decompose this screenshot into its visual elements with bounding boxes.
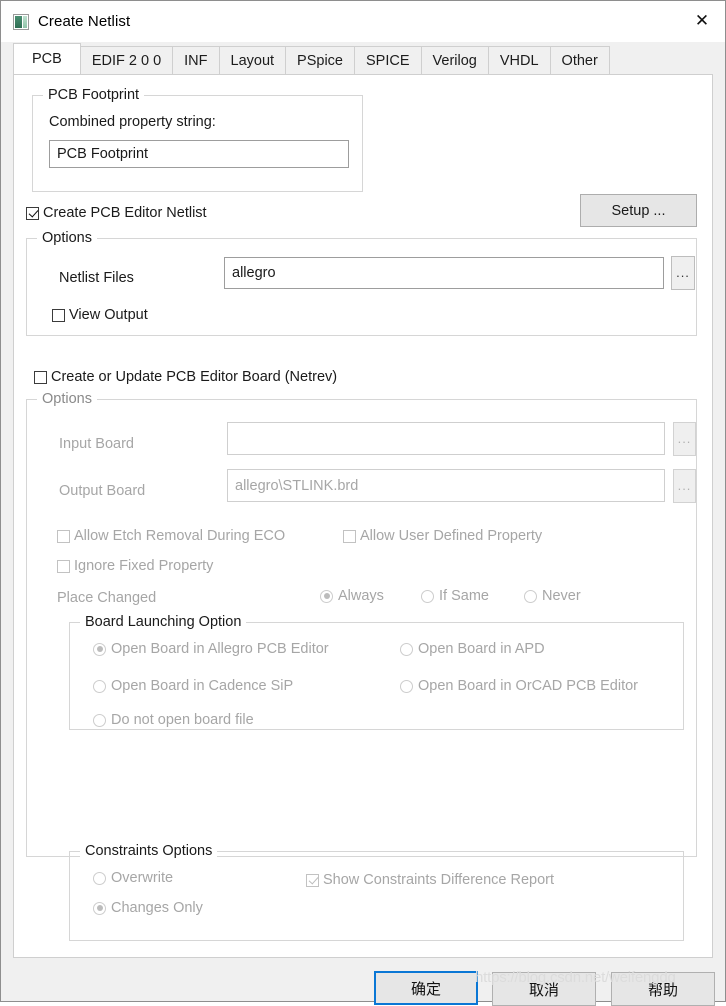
radio-circle-icon [93,871,106,885]
create-update-board-label: Create or Update PCB Editor Board (Netre… [51,369,338,385]
input-board-label: Input Board [59,436,134,452]
pcb-tab-panel: PCB Footprint Combined property string: … [13,74,713,958]
create-update-board-checkbox[interactable]: Create or Update PCB Editor Board (Netre… [34,369,337,385]
input-board-browse-button[interactable]: ... [673,422,696,456]
open-board-orcad-label: Open Board in OrCAD PCB Editor [418,678,639,694]
tab-edif-2-0-0[interactable]: EDIF 2 0 0 [79,46,174,74]
constraints-options-legend: Constraints Options [80,843,218,859]
do-not-open-board-radio[interactable]: Do not open board file [93,712,254,728]
show-constraints-difference-report-checkbox[interactable]: Show Constraints Difference Report [306,872,554,888]
checkbox-box-icon [57,529,70,543]
checkbox-box-icon [26,206,39,220]
radio-circle-icon [524,589,537,603]
tab-pspice[interactable]: PSpice [285,46,355,74]
open-board-orcad-radio[interactable]: Open Board in OrCAD PCB Editor [400,678,676,694]
radio-circle-icon [320,589,333,603]
netlist-files-input[interactable]: allegro [224,257,664,289]
open-board-apd-radio[interactable]: Open Board in APD [400,641,545,657]
board-launching-option-group: Board Launching Option Open Board in All… [69,614,684,730]
netlist-files-browse-button[interactable]: ... [671,256,695,290]
board-launching-legend: Board Launching Option [80,614,247,630]
output-board-input[interactable]: allegro\STLINK.brd [227,469,665,502]
place-changed-label: Place Changed [57,590,157,606]
allow-etch-removal-label: Allow Etch Removal During ECO [74,528,286,544]
pcb-footprint-legend: PCB Footprint [43,87,145,103]
constraints-changes-only-label: Changes Only [111,900,203,916]
tab-inf[interactable]: INF [172,46,220,74]
do-not-open-board-label: Do not open board file [111,712,254,728]
radio-circle-icon [400,642,413,656]
checkbox-box-icon [52,308,65,322]
netlist-options-group: Options Netlist Files allegro ... View O… [26,230,697,336]
combined-property-label: Combined property string: [49,114,216,130]
open-board-allegro-label: Open Board in Allegro PCB Editor [111,641,329,657]
open-board-cadence-sip-label: Open Board in Cadence SiP [111,678,294,694]
constraints-options-group: Constraints Options Overwrite Changes On… [69,843,684,941]
tab-other[interactable]: Other [549,46,610,74]
place-changed-always-radio[interactable]: Always [320,588,384,604]
constraints-changes-only-radio[interactable]: Changes Only [93,900,203,916]
view-output-checkbox[interactable]: View Output [52,307,148,323]
output-board-label: Output Board [59,483,146,499]
input-board-input[interactable] [227,422,665,455]
tab-verilog[interactable]: Verilog [420,46,489,74]
place-changed-always-label: Always [338,588,384,604]
create-pcb-editor-netlist-label: Create PCB Editor Netlist [43,205,207,221]
open-board-cadence-sip-radio[interactable]: Open Board in Cadence SiP [93,678,293,694]
allow-user-defined-property-label: Allow User Defined Property [360,528,543,544]
radio-circle-icon [400,679,413,693]
setup-button[interactable]: Setup ... [580,194,697,227]
create-pcb-editor-netlist-checkbox[interactable]: Create PCB Editor Netlist [26,205,207,221]
constraints-overwrite-label: Overwrite [111,870,174,886]
place-changed-never-label: Never [542,588,581,604]
checkbox-box-icon [306,873,319,887]
netlist-options-legend: Options [37,230,97,246]
combined-property-input[interactable]: PCB Footprint [49,140,349,168]
board-options-group: Options Input Board ... Output Board all… [26,391,697,941]
checkbox-box-icon [34,370,47,384]
show-constraints-difference-report-label: Show Constraints Difference Report [323,872,555,888]
allow-user-defined-property-checkbox[interactable]: Allow User Defined Property [343,528,542,544]
tab-layout[interactable]: Layout [218,46,287,74]
constraints-overwrite-radio[interactable]: Overwrite [93,870,173,886]
radio-circle-icon [421,589,434,603]
view-output-label: View Output [69,307,148,323]
window-title: Create Netlist [38,13,131,30]
title-bar: Create Netlist ✕ [1,1,725,42]
radio-circle-icon [93,901,106,915]
netlist-files-label: Netlist Files [59,270,134,286]
ignore-fixed-property-label: Ignore Fixed Property [74,558,214,574]
netlist-app-icon [13,13,29,30]
tab-vhdl[interactable]: VHDL [487,46,551,74]
radio-circle-icon [93,642,106,656]
ok-button[interactable]: 确定 [374,971,478,1005]
allow-etch-removal-checkbox[interactable]: Allow Etch Removal During ECO [57,528,285,544]
tab-strip: PCB EDIF 2 0 0 INF Layout PSpice SPICE V… [1,42,725,74]
radio-circle-icon [93,679,106,693]
output-board-browse-button[interactable]: ... [673,469,696,503]
pcb-footprint-group: PCB Footprint Combined property string: … [32,87,363,192]
place-changed-if-same-label: If Same [439,588,489,604]
checkbox-box-icon [57,559,70,573]
open-board-apd-label: Open Board in APD [418,641,545,657]
tab-spice[interactable]: SPICE [354,46,422,74]
place-changed-never-radio[interactable]: Never [524,588,581,604]
tab-pcb[interactable]: PCB [13,43,81,74]
open-board-allegro-radio[interactable]: Open Board in Allegro PCB Editor [93,641,329,657]
radio-circle-icon [93,713,106,727]
place-changed-if-same-radio[interactable]: If Same [421,588,489,604]
close-icon[interactable]: ✕ [679,1,725,42]
board-options-legend: Options [37,391,97,407]
checkbox-box-icon [343,529,356,543]
ignore-fixed-property-checkbox[interactable]: Ignore Fixed Property [57,558,213,574]
watermark-text: https://blog.csdn.net/weifengdq [475,969,676,986]
create-netlist-dialog: Create Netlist ✕ PCB EDIF 2 0 0 INF Layo… [0,0,726,1006]
